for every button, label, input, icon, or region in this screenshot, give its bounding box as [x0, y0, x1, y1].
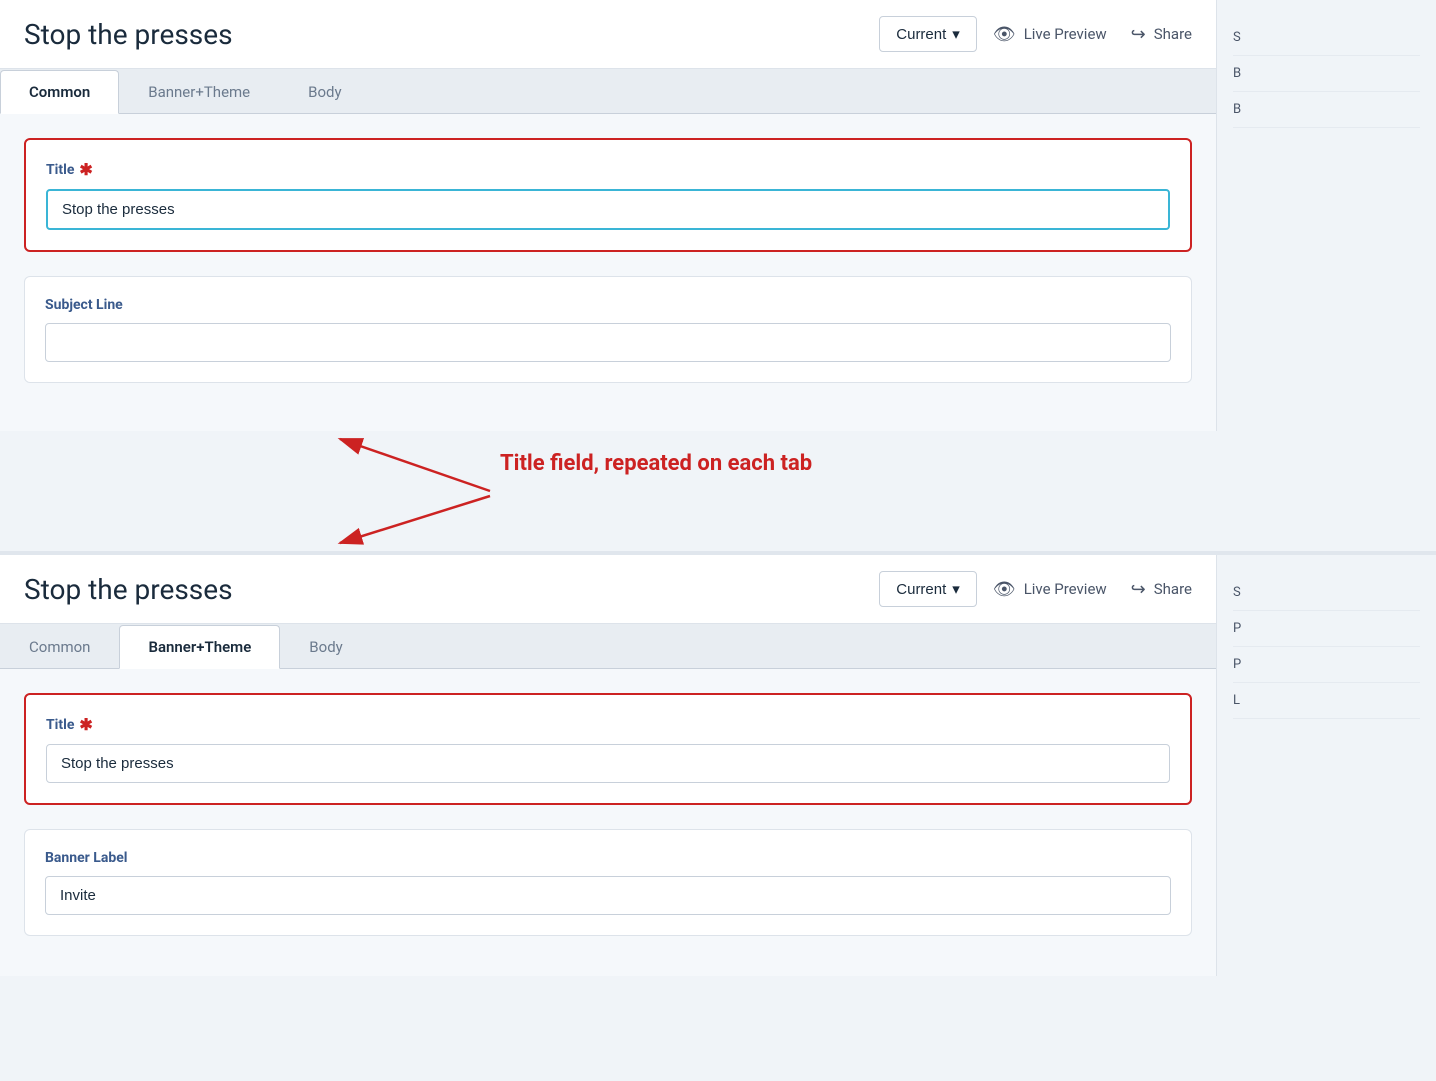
side-item-3: B [1233, 92, 1420, 128]
side-item-2-4: L [1233, 683, 1420, 719]
title-required-1: ✱ [79, 160, 92, 179]
panel-content-1: Title ✱ Subject Line [0, 113, 1216, 431]
header-actions-2: 👁 Live Preview ↪ Share [993, 579, 1192, 600]
tabs-bar-1: Common Banner+Theme Body [0, 69, 1216, 113]
share-btn-1[interactable]: ↪ Share [1131, 24, 1192, 45]
live-preview-label-1: Live Preview [1024, 25, 1107, 43]
share-label-2: Share [1154, 580, 1192, 598]
annotation-text: Title field, repeated on each tab [500, 451, 812, 476]
tab-common-1[interactable]: Common [0, 70, 119, 114]
title-field-label-2: Title ✱ [46, 715, 1170, 734]
side-item-2-3: P [1233, 647, 1420, 683]
share-btn-2[interactable]: ↪ Share [1131, 579, 1192, 600]
panel-content-2: Title ✱ Banner Label [0, 668, 1216, 976]
share-icon-1: ↪ [1131, 24, 1146, 45]
banner-field-label-2: Banner Label [45, 850, 1171, 866]
tab-banner-theme-2[interactable]: Banner+Theme [119, 625, 280, 669]
version-label-2: Current [896, 581, 946, 598]
annotation-container: Title field, repeated on each tab [0, 431, 1436, 551]
section-2: Stop the presses Current ▾ 👁 Live Previe… [0, 551, 1436, 976]
chevron-down-icon-2: ▾ [952, 580, 960, 598]
tab-banner-theme-1[interactable]: Banner+Theme [119, 70, 279, 114]
title-field-card-2: Title ✱ [24, 693, 1192, 805]
header-actions-1: 👁 Live Preview ↪ Share [993, 24, 1192, 45]
version-label-1: Current [896, 26, 946, 43]
side-item-2-1: S [1233, 575, 1420, 611]
version-dropdown-2[interactable]: Current ▾ [879, 571, 977, 607]
section-1-main: Stop the presses Current ▾ 👁 Live Previe… [0, 0, 1216, 431]
section-1: Stop the presses Current ▾ 👁 Live Previe… [0, 0, 1436, 431]
side-item-2: B [1233, 56, 1420, 92]
side-item-2-2: P [1233, 611, 1420, 647]
title-required-2: ✱ [79, 715, 92, 734]
tab-common-2[interactable]: Common [0, 625, 119, 669]
subject-field-label-1: Subject Line [45, 297, 1171, 313]
chevron-down-icon-1: ▾ [952, 25, 960, 43]
banner-input-2[interactable] [45, 876, 1171, 915]
subject-field-card-1: Subject Line [24, 276, 1192, 383]
live-preview-btn-1[interactable]: 👁 Live Preview [993, 24, 1107, 45]
tab-body-1[interactable]: Body [279, 70, 370, 114]
page-title-1: Stop the presses [24, 18, 863, 51]
side-item-1: S [1233, 20, 1420, 56]
header-2: Stop the presses Current ▾ 👁 Live Previe… [0, 555, 1216, 624]
version-dropdown-1[interactable]: Current ▾ [879, 16, 977, 52]
side-panel-2: S P P L [1216, 555, 1436, 976]
section-2-main: Stop the presses Current ▾ 👁 Live Previe… [0, 555, 1216, 976]
header-1: Stop the presses Current ▾ 👁 Live Previe… [0, 0, 1216, 69]
share-icon-2: ↪ [1131, 579, 1146, 600]
side-panel-1: S B B [1216, 0, 1436, 431]
title-field-label-1: Title ✱ [46, 160, 1170, 179]
annotation-arrows [0, 431, 1436, 551]
eye-icon-2: 👁 [993, 579, 1016, 600]
live-preview-btn-2[interactable]: 👁 Live Preview [993, 579, 1107, 600]
title-input-1[interactable] [46, 189, 1170, 230]
title-input-2[interactable] [46, 744, 1170, 783]
tabs-bar-2: Common Banner+Theme Body [0, 624, 1216, 668]
banner-field-card-2: Banner Label [24, 829, 1192, 936]
page-title-2: Stop the presses [24, 573, 863, 606]
tab-body-2[interactable]: Body [280, 625, 371, 669]
title-field-card-1: Title ✱ [24, 138, 1192, 252]
share-label-1: Share [1154, 25, 1192, 43]
eye-icon-1: 👁 [993, 24, 1016, 45]
live-preview-label-2: Live Preview [1024, 580, 1107, 598]
subject-input-1[interactable] [45, 323, 1171, 362]
